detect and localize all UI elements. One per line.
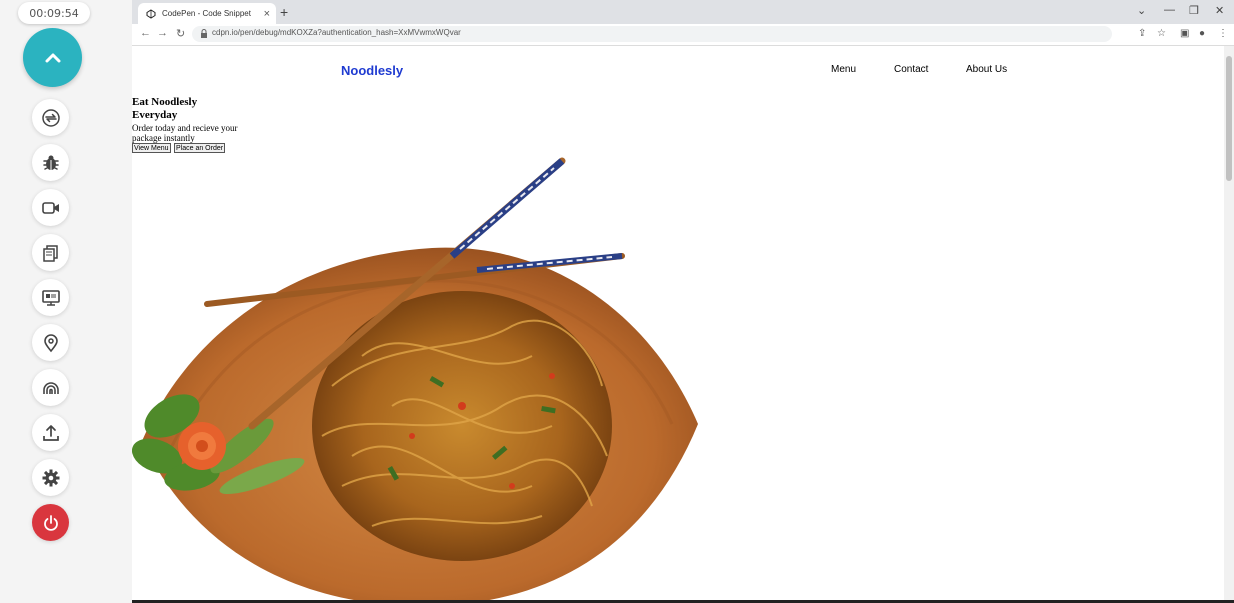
codepen-icon [146, 8, 156, 19]
screen-icon [41, 289, 60, 306]
scrollbar-thumb[interactable] [1226, 56, 1232, 181]
upload-icon [42, 424, 59, 441]
hero-title-line: Everyday [132, 109, 178, 121]
scrollbar[interactable] [1224, 46, 1234, 603]
settings-button[interactable] [32, 459, 69, 496]
hero-title-line: Eat Noodlesly [132, 96, 198, 108]
sync-icon [41, 108, 60, 127]
back-icon[interactable]: ← [140, 27, 151, 39]
url-text: cdpn.io/pen/debug/mdKOXZa?authentication… [212, 28, 461, 37]
video-button[interactable] [32, 189, 69, 226]
place-order-button[interactable]: Place an Order [174, 143, 226, 153]
page-viewport: Noodlesly Menu Contact About Us Eat Nood… [132, 46, 1224, 603]
screen-button[interactable] [32, 279, 69, 316]
side-panel-icon[interactable]: ▣ [1180, 28, 1189, 39]
recorder-sidebar: 00:09:54 [0, 0, 132, 603]
profile-icon[interactable]: ● [1199, 28, 1205, 39]
bug-icon [42, 155, 59, 170]
menu-kebab-icon[interactable]: ⋮ [1218, 28, 1228, 39]
forward-icon[interactable]: → [157, 27, 168, 39]
upload-button[interactable] [32, 414, 69, 451]
location-pin-icon [43, 333, 58, 352]
nav-link-menu[interactable]: Menu [831, 64, 856, 75]
tab-codepen[interactable]: CodePen - Code Snippet × [138, 3, 276, 24]
signal-button[interactable] [32, 369, 69, 406]
browser-window: CodePen - Code Snippet × + ⌄ — ❐ ✕ ← → ↻… [132, 0, 1234, 603]
nav-link-about-us[interactable]: About Us [966, 64, 1007, 75]
minimize-icon[interactable]: — [1164, 4, 1175, 16]
tab-strip: CodePen - Code Snippet × + ⌄ — ❐ ✕ [132, 0, 1234, 24]
address-bar: ← → ↻ cdpn.io/pen/debug/mdKOXZa?authenti… [132, 24, 1234, 46]
collapse-button[interactable] [23, 28, 82, 87]
signal-icon [42, 381, 59, 394]
tab-close-icon[interactable]: × [264, 8, 270, 20]
recording-timer: 00:09:54 [18, 2, 90, 24]
tab-search-icon[interactable]: ⌄ [1137, 4, 1146, 17]
nav-link-contact[interactable]: Contact [894, 64, 928, 75]
share-icon[interactable]: ⇪ [1138, 28, 1146, 39]
bug-button[interactable] [32, 144, 69, 181]
brand-logo[interactable]: Noodlesly [341, 63, 403, 78]
sync-button[interactable] [32, 99, 69, 136]
reload-icon[interactable]: ↻ [176, 27, 185, 40]
url-field[interactable]: cdpn.io/pen/debug/mdKOXZa?authentication… [192, 26, 1112, 42]
copy-icon [42, 244, 58, 262]
gear-icon [42, 469, 59, 486]
video-icon [41, 201, 59, 214]
bookmark-star-icon[interactable]: ☆ [1157, 28, 1166, 39]
new-tab-icon[interactable]: + [280, 4, 288, 20]
view-menu-button[interactable]: View Menu [132, 143, 171, 153]
lock-icon [201, 29, 207, 38]
chevron-up-icon [45, 53, 60, 62]
restore-icon[interactable]: ❐ [1189, 4, 1199, 17]
noodles-plate-image [132, 157, 698, 603]
location-button[interactable] [32, 324, 69, 361]
copy-button[interactable] [32, 234, 69, 271]
tab-title: CodePen - Code Snippet [162, 9, 251, 18]
hero-subtitle: Order today and recieve your package ins… [132, 123, 238, 143]
power-button[interactable] [32, 504, 69, 541]
close-window-icon[interactable]: ✕ [1215, 4, 1224, 17]
power-icon [43, 514, 58, 531]
hero-title: Eat Noodlesly Everyday [132, 96, 242, 122]
